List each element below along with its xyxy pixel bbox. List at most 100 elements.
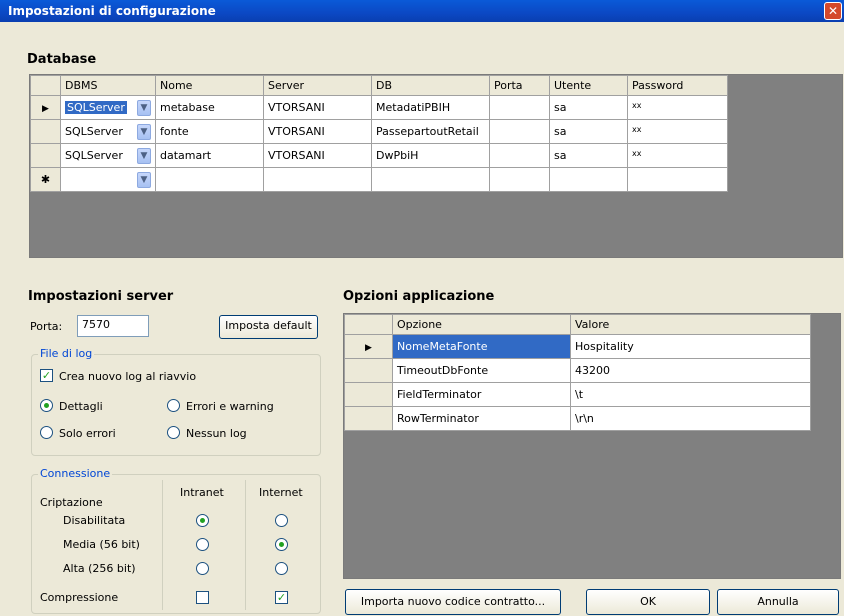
valore-cell[interactable]: 43200 bbox=[570, 358, 811, 383]
table-row[interactable]: SQLServer ▼ datamart VTORSANI DwPbiH sa xx bbox=[30, 143, 728, 168]
utente-cell[interactable]: sa bbox=[549, 119, 628, 144]
new-row-header[interactable]: ✱ bbox=[30, 167, 61, 192]
column-header[interactable]: Password bbox=[627, 75, 728, 96]
server-cell[interactable]: VTORSANI bbox=[263, 119, 372, 144]
dbms-combo[interactable]: SQLServer ▼ bbox=[65, 99, 151, 116]
column-header[interactable]: Opzione bbox=[392, 314, 571, 335]
opzione-cell[interactable]: NomeMetaFonte bbox=[392, 334, 571, 359]
server-cell[interactable]: VTORSANI bbox=[263, 95, 372, 120]
options-section-title: Opzioni applicazione bbox=[343, 289, 495, 304]
dbms-combo[interactable]: SQLServer ▼ bbox=[65, 123, 151, 140]
intranet-alta-radio[interactable] bbox=[196, 562, 209, 575]
opzione-cell[interactable]: RowTerminator bbox=[392, 406, 571, 431]
opzione-cell[interactable]: TimeoutDbFonte bbox=[392, 358, 571, 383]
column-header[interactable]: Nome bbox=[155, 75, 264, 96]
opzione-cell[interactable]: FieldTerminator bbox=[392, 382, 571, 407]
column-header[interactable]: DB bbox=[371, 75, 490, 96]
row-header[interactable]: ▶ bbox=[344, 334, 393, 359]
title-bar: Impostazioni di configurazione ✕ bbox=[0, 0, 844, 22]
empty-cell[interactable] bbox=[263, 167, 372, 192]
table-row[interactable]: ▶ SQLServer ▼ metabase VTORSANI MetadatiPBIH s… bbox=[30, 95, 728, 120]
row-header[interactable] bbox=[344, 406, 393, 431]
password-value: xx bbox=[632, 149, 642, 158]
utente-cell[interactable]: sa bbox=[549, 143, 628, 168]
intranet-media-radio[interactable] bbox=[196, 538, 209, 551]
import-contract-button[interactable]: Importa nuovo codice contratto... bbox=[345, 589, 561, 615]
porta-cell[interactable] bbox=[489, 119, 550, 144]
nome-cell[interactable]: fonte bbox=[155, 119, 264, 144]
chevron-down-icon[interactable]: ▼ bbox=[137, 171, 151, 188]
dbms-combo[interactable]: SQLServer ▼ bbox=[65, 147, 151, 164]
db-cell[interactable]: PassepartoutRetail bbox=[371, 119, 490, 144]
internet-alta-radio[interactable] bbox=[275, 562, 288, 575]
table-row[interactable]: SQLServer ▼ fonte VTORSANI PassepartoutRetai… bbox=[30, 119, 728, 144]
row-header[interactable] bbox=[344, 358, 393, 383]
empty-cell[interactable] bbox=[155, 167, 264, 192]
cript-disabilitata-label: Disabilitata bbox=[63, 514, 126, 527]
database-grid[interactable]: DBMS Nome Server DB Porta Utente Password ▶ SQL… bbox=[29, 74, 843, 258]
log-solo-errori-radio[interactable] bbox=[40, 426, 53, 439]
options-grid[interactable]: Opzione Valore ▶ NomeMetaFonte Hospitality T… bbox=[343, 313, 841, 579]
column-header[interactable]: Server bbox=[263, 75, 372, 96]
dbms-cell[interactable]: SQLServer ▼ bbox=[60, 143, 156, 168]
row-header[interactable] bbox=[344, 382, 393, 407]
cancel-button[interactable]: Annulla bbox=[717, 589, 839, 615]
valore-cell[interactable]: Hospitality bbox=[570, 334, 811, 359]
column-header[interactable]: Utente bbox=[549, 75, 628, 96]
log-nessun-log-label: Nessun log bbox=[186, 427, 247, 440]
ok-button[interactable]: OK bbox=[586, 589, 710, 615]
password-cell[interactable]: xx bbox=[627, 143, 728, 168]
db-cell[interactable]: MetadatiPBIH bbox=[371, 95, 490, 120]
internet-header: Internet bbox=[259, 486, 303, 499]
log-dettagli-radio[interactable] bbox=[40, 399, 53, 412]
chevron-down-icon[interactable]: ▼ bbox=[137, 147, 151, 164]
utente-cell[interactable]: sa bbox=[549, 95, 628, 120]
row-header[interactable]: ▶ bbox=[30, 95, 61, 120]
empty-cell[interactable] bbox=[489, 167, 550, 192]
nome-cell[interactable]: metabase bbox=[155, 95, 264, 120]
table-row[interactable]: RowTerminator \r\n bbox=[344, 406, 811, 431]
internet-disabilitata-radio[interactable] bbox=[275, 514, 288, 527]
new-log-checkbox[interactable]: ✓ bbox=[40, 369, 53, 382]
compression-intranet-checkbox[interactable] bbox=[196, 591, 209, 604]
valore-value: \r\n bbox=[575, 412, 594, 425]
empty-cell[interactable] bbox=[627, 167, 728, 192]
table-row[interactable]: ▶ NomeMetaFonte Hospitality bbox=[344, 334, 811, 359]
chevron-down-icon[interactable]: ▼ bbox=[137, 123, 151, 140]
valore-cell[interactable]: \r\n bbox=[570, 406, 811, 431]
porta-cell[interactable] bbox=[489, 95, 550, 120]
dbms-combo[interactable]: ▼ bbox=[65, 171, 151, 188]
intranet-disabilitata-radio[interactable] bbox=[196, 514, 209, 527]
imposta-default-button[interactable]: Imposta default bbox=[219, 315, 318, 339]
chevron-down-icon[interactable]: ▼ bbox=[137, 99, 151, 116]
dbms-cell[interactable]: SQLServer ▼ bbox=[60, 95, 156, 120]
column-header[interactable]: Valore bbox=[570, 314, 811, 335]
table-row[interactable]: TimeoutDbFonte 43200 bbox=[344, 358, 811, 383]
column-header[interactable]: Porta bbox=[489, 75, 550, 96]
server-cell[interactable]: VTORSANI bbox=[263, 143, 372, 168]
close-icon[interactable]: ✕ bbox=[824, 2, 842, 20]
porta-field[interactable]: 7570 bbox=[77, 315, 149, 337]
new-row[interactable]: ✱ ▼ bbox=[30, 167, 728, 192]
dbms-cell[interactable]: SQLServer ▼ bbox=[60, 119, 156, 144]
connection-divider bbox=[245, 480, 246, 610]
connection-divider bbox=[162, 480, 163, 610]
empty-cell[interactable] bbox=[371, 167, 490, 192]
cript-media-label: Media (56 bit) bbox=[63, 538, 140, 551]
db-cell[interactable]: DwPbiH bbox=[371, 143, 490, 168]
empty-cell[interactable] bbox=[549, 167, 628, 192]
nome-cell[interactable]: datamart bbox=[155, 143, 264, 168]
row-header[interactable] bbox=[30, 119, 61, 144]
valore-cell[interactable]: \t bbox=[570, 382, 811, 407]
password-cell[interactable]: xx bbox=[627, 119, 728, 144]
table-row[interactable]: FieldTerminator \t bbox=[344, 382, 811, 407]
row-header[interactable] bbox=[30, 143, 61, 168]
log-nessun-log-radio[interactable] bbox=[167, 426, 180, 439]
porta-cell[interactable] bbox=[489, 143, 550, 168]
password-cell[interactable]: xx bbox=[627, 95, 728, 120]
dbms-cell[interactable]: ▼ bbox=[60, 167, 156, 192]
compression-internet-checkbox[interactable]: ✓ bbox=[275, 591, 288, 604]
internet-media-radio[interactable] bbox=[275, 538, 288, 551]
column-header[interactable]: DBMS bbox=[60, 75, 156, 96]
log-errori-warning-radio[interactable] bbox=[167, 399, 180, 412]
